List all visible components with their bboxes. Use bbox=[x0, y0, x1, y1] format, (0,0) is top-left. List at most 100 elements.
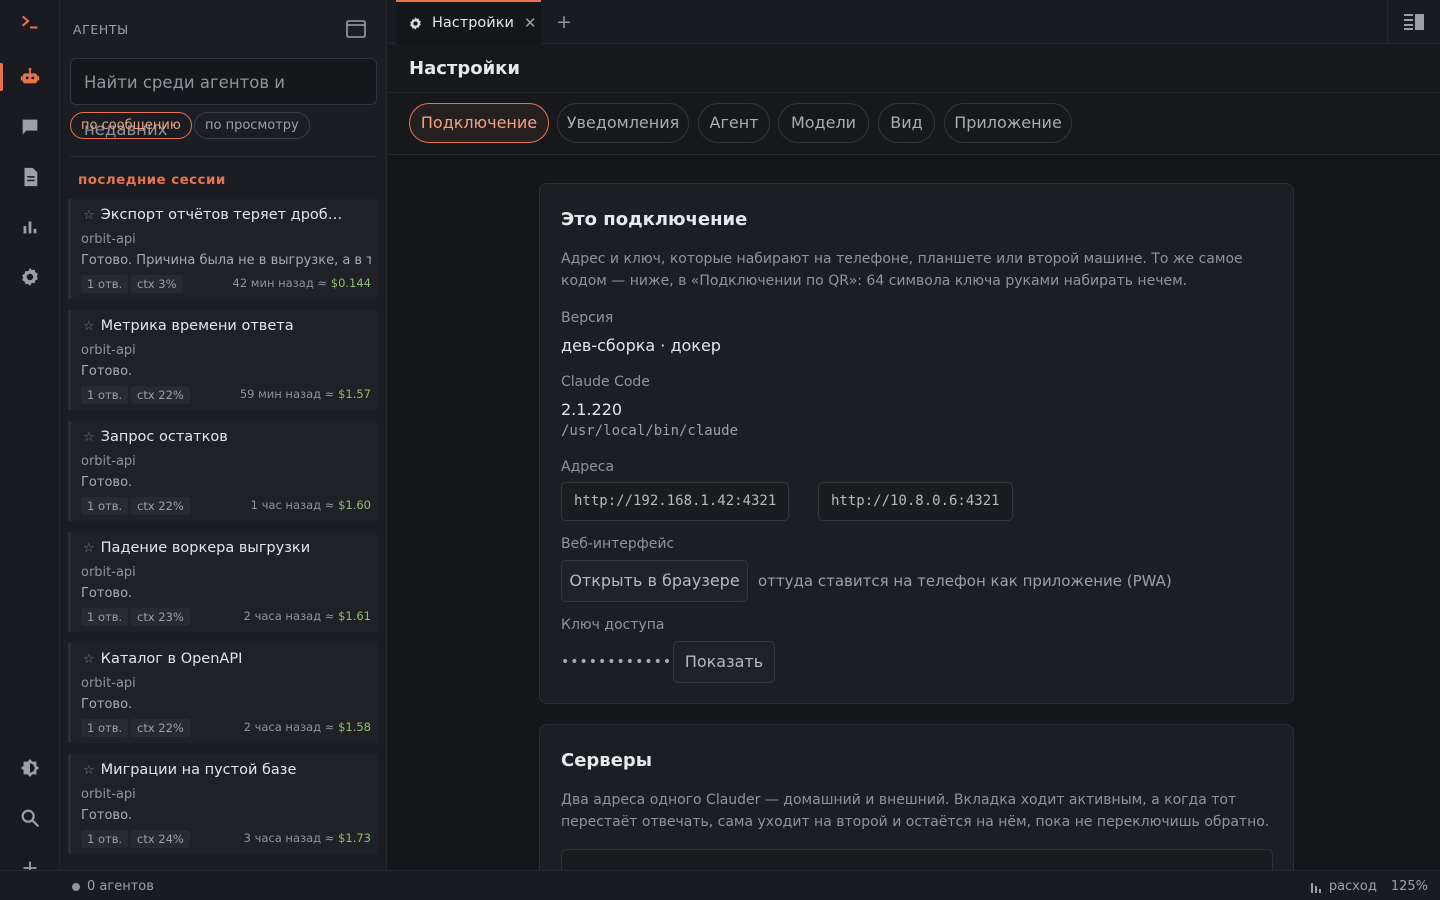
session-summary: Готово. bbox=[81, 808, 133, 823]
agents-search-input[interactable]: Найти среди агентов и недавних bbox=[70, 58, 377, 139]
session-project: orbit-api bbox=[81, 565, 136, 580]
status-dot-icon bbox=[72, 882, 80, 891]
session-project: orbit-api bbox=[81, 676, 136, 691]
chat-icon[interactable] bbox=[0, 105, 60, 149]
star-icon[interactable]: ☆ bbox=[83, 208, 95, 223]
session-summary: Готово. bbox=[81, 475, 133, 490]
filter-by-message[interactable]: по сообщению bbox=[70, 112, 192, 139]
layout-toggle-icon[interactable] bbox=[1404, 13, 1424, 31]
star-icon[interactable]: ☆ bbox=[83, 763, 95, 778]
close-tab-icon[interactable]: ✕ bbox=[524, 14, 537, 32]
star-icon[interactable]: ☆ bbox=[83, 319, 95, 334]
session-summary: Готово. Причина была не в выгрузке, а в … bbox=[81, 253, 371, 268]
session-meta: 1 отв. ctx 23% 2 часа назад ≈ $1.61 bbox=[81, 608, 371, 626]
divider bbox=[1387, 0, 1388, 44]
panel-toggle-icon[interactable] bbox=[346, 20, 366, 38]
claude-version: 2.1.220 bbox=[561, 400, 623, 419]
tab-notifications[interactable]: Уведомления bbox=[557, 103, 689, 143]
session-project: orbit-api bbox=[81, 454, 136, 469]
agents-panel: АГЕНТЫ Найти среди агентов и недавних по… bbox=[60, 0, 387, 870]
session-time: 59 мин назад ≈ bbox=[239, 387, 335, 401]
show-key-button[interactable]: Показать bbox=[673, 641, 775, 683]
search-icon[interactable] bbox=[0, 796, 60, 840]
agents-count: 0 агентов bbox=[87, 879, 154, 894]
agents-header: АГЕНТЫ bbox=[73, 22, 129, 37]
session-time: 42 мин назад ≈ bbox=[232, 276, 328, 290]
session-project: orbit-api bbox=[81, 343, 136, 358]
tab-agent[interactable]: Агент bbox=[698, 103, 770, 143]
replies-badge: 1 отв. bbox=[81, 497, 129, 515]
session-time: 3 часа назад ≈ bbox=[243, 831, 335, 845]
stats-icon[interactable] bbox=[0, 205, 60, 249]
settings-tabs: Подключение Уведомления Агент Модели Вид… bbox=[388, 93, 1440, 155]
star-icon[interactable]: ☆ bbox=[83, 541, 95, 556]
session-cost: $1.58 bbox=[338, 720, 371, 734]
theme-toggle-icon[interactable] bbox=[0, 746, 60, 790]
tab-settings[interactable]: Настройки ✕ bbox=[396, 0, 541, 44]
claude-label: Claude Code bbox=[561, 374, 650, 390]
bar-chart-icon bbox=[1310, 882, 1321, 893]
version-value: дев-сборка · докер bbox=[561, 336, 721, 355]
zoom-level[interactable]: 125% bbox=[1391, 879, 1428, 894]
session-summary: Готово. bbox=[81, 697, 133, 712]
settings-gear-icon[interactable] bbox=[0, 255, 60, 299]
status-bar: 0 агентов расход 125% bbox=[0, 870, 1440, 900]
agents-robot-icon[interactable] bbox=[0, 55, 60, 99]
tab-bar: Настройки ✕ + bbox=[388, 0, 1440, 44]
tab-label: Настройки bbox=[432, 15, 514, 31]
terminal-logo-icon[interactable] bbox=[0, 0, 60, 44]
session-time: 2 часа назад ≈ bbox=[243, 609, 335, 623]
star-icon[interactable]: ☆ bbox=[83, 652, 95, 667]
version-label: Версия bbox=[561, 310, 614, 326]
cost-label: расход bbox=[1328, 879, 1377, 894]
server-row[interactable] bbox=[561, 849, 1273, 870]
session-time: 2 часа назад ≈ bbox=[243, 720, 335, 734]
session-meta: 1 отв. ctx 24% 3 часа назад ≈ $1.73 bbox=[81, 830, 371, 848]
session-item[interactable]: ☆ Падение воркера выгрузки orbit-api Гото… bbox=[68, 532, 378, 632]
document-icon[interactable] bbox=[0, 155, 60, 199]
session-summary: Готово. bbox=[81, 586, 133, 601]
claude-path: /usr/local/bin/claude bbox=[561, 423, 739, 439]
session-item[interactable]: ☆ Экспорт отчётов теряет дроб… orbit-api … bbox=[68, 199, 378, 299]
key-label: Ключ доступа bbox=[561, 617, 665, 633]
tab-view[interactable]: Вид bbox=[878, 103, 935, 143]
session-title: Экспорт отчётов теряет дроб… bbox=[100, 207, 343, 223]
address-chip[interactable]: http://192.168.1.42:4321 bbox=[561, 482, 790, 521]
session-meta: 1 отв. ctx 22% 1 час назад ≈ $1.60 bbox=[81, 497, 371, 515]
session-cost: $1.73 bbox=[338, 831, 371, 845]
session-item[interactable]: ☆ Метрика времени ответа orbit-api Готово… bbox=[68, 310, 378, 410]
session-item[interactable]: ☆ Запрос остатков orbit-api Готово. 1 отв… bbox=[68, 421, 378, 521]
addresses-label: Адреса bbox=[561, 459, 615, 475]
replies-badge: 1 отв. bbox=[81, 608, 129, 626]
replies-badge: 1 отв. bbox=[81, 275, 129, 293]
session-item[interactable]: ☆ Каталог в OpenAPI orbit-api Готово. 1 о… bbox=[68, 643, 378, 743]
new-tab-button[interactable]: + bbox=[556, 11, 572, 33]
session-title: Метрика времени ответа bbox=[100, 318, 294, 334]
web-hint: оттуда ставится на телефон как приложени… bbox=[758, 572, 1172, 590]
address-chip[interactable]: http://10.8.0.6:4321 bbox=[818, 482, 1013, 521]
tab-app[interactable]: Приложение bbox=[944, 103, 1072, 143]
session-project: orbit-api bbox=[81, 232, 136, 247]
context-badge: ctx 22% bbox=[131, 386, 190, 404]
replies-badge: 1 отв. bbox=[81, 830, 129, 848]
settings-content: Это подключение Адрес и ключ, которые на… bbox=[388, 156, 1440, 870]
open-browser-button[interactable]: Открыть в браузере bbox=[561, 560, 748, 602]
session-project: orbit-api bbox=[81, 787, 136, 802]
servers-card: Серверы Два адреса одного Clauder — дома… bbox=[539, 724, 1294, 870]
session-meta: 1 отв. ctx 22% 59 мин назад ≈ $1.57 bbox=[81, 386, 371, 404]
cost-toggle[interactable]: расход bbox=[1310, 879, 1377, 894]
session-meta: 1 отв. ctx 22% 2 часа назад ≈ $1.58 bbox=[81, 719, 371, 737]
context-badge: ctx 23% bbox=[131, 608, 190, 626]
context-badge: ctx 22% bbox=[131, 497, 190, 515]
session-cost: $0.144 bbox=[330, 276, 371, 290]
tab-connection[interactable]: Подключение bbox=[409, 103, 549, 143]
context-badge: ctx 24% bbox=[131, 830, 190, 848]
session-item[interactable]: ☆ Миграции на пустой базе orbit-api Готов… bbox=[68, 754, 378, 854]
filter-by-view[interactable]: по просмотру bbox=[194, 112, 310, 139]
tab-models[interactable]: Модели bbox=[778, 103, 869, 143]
divider bbox=[70, 156, 377, 157]
session-title: Запрос остатков bbox=[100, 429, 228, 445]
context-badge: ctx 3% bbox=[131, 275, 183, 293]
star-icon[interactable]: ☆ bbox=[83, 430, 95, 445]
session-cost: $1.60 bbox=[338, 498, 371, 512]
